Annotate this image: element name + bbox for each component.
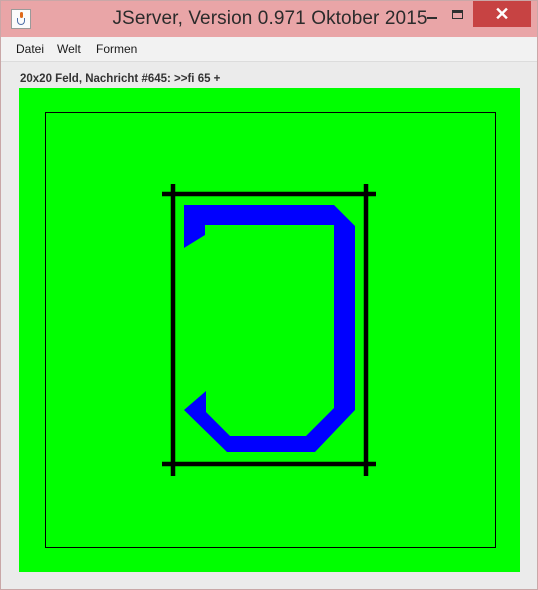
app-window: JServer, Version 0.971 Oktober 2015 ✕ Da… — [0, 0, 538, 590]
menu-formen[interactable]: Formen — [96, 42, 137, 56]
maximize-button[interactable] — [445, 1, 471, 27]
board-drawing — [45, 112, 496, 548]
field-border — [45, 112, 496, 548]
status-label: 20x20 Feld, Nachricht #645: >>fi 65 + — [20, 73, 221, 85]
menu-welt[interactable]: Welt — [57, 42, 81, 56]
close-button[interactable]: ✕ — [473, 1, 531, 27]
board-canvas[interactable] — [19, 88, 520, 572]
menu-datei[interactable]: Datei — [16, 42, 44, 56]
title-bar[interactable]: JServer, Version 0.971 Oktober 2015 ✕ — [1, 1, 537, 37]
menu-bar: Datei Welt Formen — [1, 37, 537, 62]
blue-j-shape — [184, 205, 355, 452]
minimize-button[interactable] — [419, 1, 445, 27]
